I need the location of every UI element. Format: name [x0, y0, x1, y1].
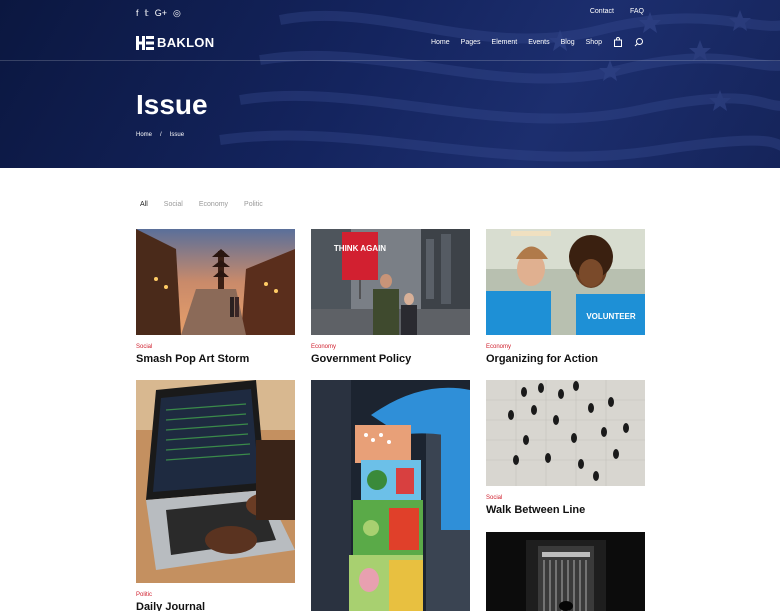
nav-shop[interactable]: Shop: [586, 39, 602, 46]
crowd-aerial-photo[interactable]: [486, 380, 645, 486]
main-nav: Home Pages Element Events Blog Shop: [431, 37, 644, 47]
faq-link[interactable]: FAQ: [630, 8, 644, 15]
top-bar: f 𝕥 G+ ◎ Contact FAQ: [0, 0, 780, 26]
filter-economy[interactable]: Economy: [199, 201, 228, 208]
filter-politic[interactable]: Politic: [244, 201, 263, 208]
facebook-icon[interactable]: f: [136, 7, 139, 19]
card-title[interactable]: Smash Pop Art Storm: [136, 353, 295, 365]
category-filters: All Social Economy Politic: [140, 201, 263, 208]
card-title[interactable]: Organizing for Action: [486, 353, 645, 365]
breadcrumb-home[interactable]: Home: [136, 132, 152, 138]
google-plus-icon[interactable]: G+: [155, 7, 167, 19]
nav-events[interactable]: Events: [528, 39, 549, 46]
logo-text: BAKLON: [157, 35, 215, 50]
nav-home[interactable]: Home: [431, 39, 450, 46]
issue-card[interactable]: [311, 380, 470, 611]
shirt-text: VOLUNTEER: [586, 312, 636, 321]
volunteers-selfie-photo[interactable]: VOLUNTEER: [486, 229, 645, 335]
hero-banner: f 𝕥 G+ ◎ Contact FAQ BAKLON Home Pages E…: [0, 0, 780, 168]
protest-sign-photo[interactable]: THINK AGAIN: [311, 229, 470, 335]
page-title: Issue: [136, 89, 208, 120]
nav-pages[interactable]: Pages: [461, 39, 481, 46]
social-links: f 𝕥 G+ ◎: [136, 7, 181, 19]
issue-card[interactable]: Social Smash Pop Art Storm: [136, 229, 295, 365]
header-divider: [0, 60, 780, 61]
instagram-icon[interactable]: ◎: [173, 7, 181, 19]
sign-text-line1: THINK AGAIN: [334, 244, 386, 253]
breadcrumb: Home / Issue: [136, 132, 184, 138]
cart-icon[interactable]: [613, 37, 623, 47]
issue-card[interactable]: Politic Daily Journal: [136, 380, 295, 611]
issue-card[interactable]: [486, 532, 645, 611]
card-category[interactable]: Social: [486, 495, 645, 501]
card-title[interactable]: Walk Between Line: [486, 504, 645, 516]
card-title[interactable]: Daily Journal: [136, 601, 295, 611]
issue-card[interactable]: VOLUNTEER Economy Organizing for Action: [486, 229, 645, 365]
issue-card[interactable]: Social Walk Between Line: [486, 380, 645, 516]
card-title[interactable]: Government Policy: [311, 353, 470, 365]
card-category[interactable]: Politic: [136, 592, 295, 598]
nav-element[interactable]: Element: [492, 39, 518, 46]
issue-card[interactable]: THINK AGAIN Economy Government Policy: [311, 229, 470, 365]
dark-hall-photo[interactable]: [486, 532, 645, 611]
card-category[interactable]: Economy: [311, 344, 470, 350]
logo-mark-icon: [136, 35, 154, 50]
filter-all[interactable]: All: [140, 201, 148, 208]
search-icon[interactable]: [634, 37, 644, 47]
card-category[interactable]: Social: [136, 344, 295, 350]
filter-social[interactable]: Social: [164, 201, 183, 208]
contact-link[interactable]: Contact: [590, 8, 614, 15]
site-logo[interactable]: BAKLON: [136, 35, 214, 50]
breadcrumb-current: Issue: [169, 132, 185, 138]
nav-blog[interactable]: Blog: [561, 39, 575, 46]
street-pagoda-photo[interactable]: [136, 229, 295, 335]
top-links: Contact FAQ: [590, 8, 644, 15]
card-category[interactable]: Economy: [486, 344, 645, 350]
breadcrumb-separator: /: [160, 132, 162, 138]
toy-blocks-photo[interactable]: [311, 380, 470, 611]
laptop-typing-photo[interactable]: [136, 380, 295, 583]
twitter-icon[interactable]: 𝕥: [145, 7, 149, 19]
